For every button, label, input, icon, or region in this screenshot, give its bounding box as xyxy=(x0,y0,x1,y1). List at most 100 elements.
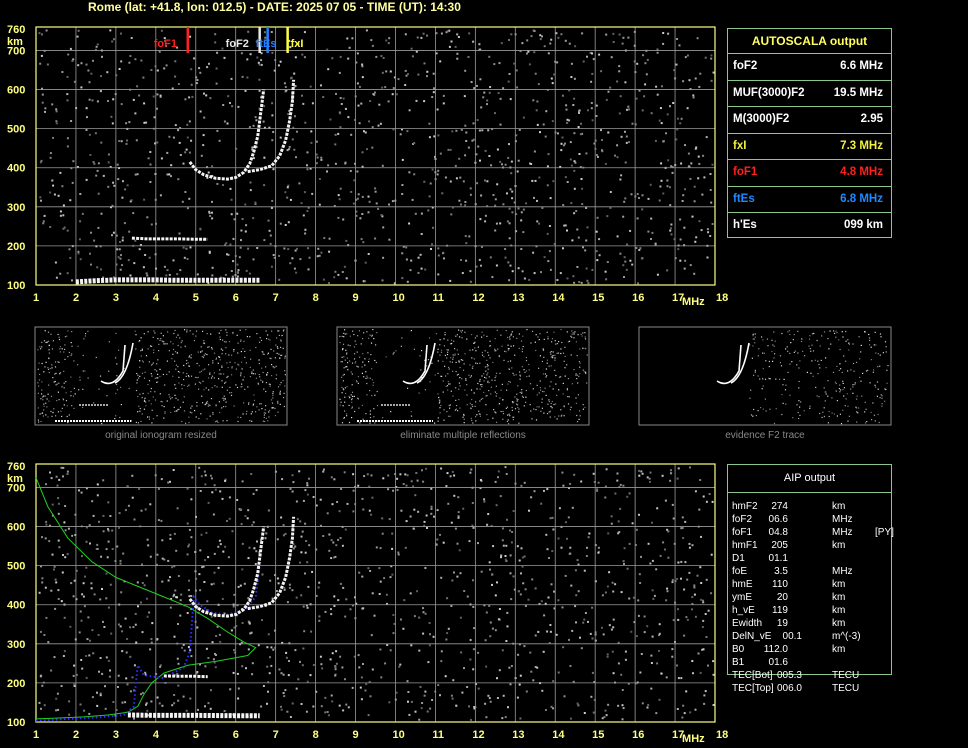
c2-noise-dot xyxy=(699,479,702,481)
thumbnail-eliminate-dot xyxy=(444,331,446,334)
c2-noise-dot xyxy=(425,467,428,470)
c2-noise-dot xyxy=(582,621,585,624)
c1-noise-dot xyxy=(680,117,683,120)
thumbnail-original-dot xyxy=(263,388,265,390)
c1-noise-dot xyxy=(610,56,613,59)
c2-noise-dot xyxy=(265,532,268,535)
thumbnail-eliminate-dot xyxy=(488,390,490,392)
thumbnail-eliminate-dot xyxy=(344,387,346,389)
c2-noise-dot xyxy=(573,473,576,476)
thumbnail-original-dot xyxy=(202,356,205,358)
thumbnail-original-dot xyxy=(151,375,153,377)
c1-noise-dot xyxy=(710,54,713,57)
c2-noise-dot xyxy=(98,670,100,673)
c1-noise-dot xyxy=(203,92,205,95)
thumbnail-eliminate-dot xyxy=(362,353,364,355)
c2-noise-dot xyxy=(421,469,423,472)
c1-noise-dot xyxy=(560,33,563,36)
thumbnail-eliminate-dot xyxy=(585,372,587,375)
thumbnail-original-dot xyxy=(273,350,275,352)
thumbnail-original-dot xyxy=(152,418,154,420)
thumbnail-eliminate-dot xyxy=(494,377,496,379)
c1-noise-dot xyxy=(539,131,541,134)
thumbnail-original-dot xyxy=(118,349,120,351)
thumbnail-eliminate-dot xyxy=(539,333,541,335)
thumbnail-eliminate-dot xyxy=(563,415,565,417)
c2-noise-dot xyxy=(429,707,432,710)
c2-noise-dot xyxy=(650,662,653,664)
c2-noise-dot xyxy=(177,699,180,702)
c1-noise-dot xyxy=(575,210,578,212)
thumbnail-eliminate-dot xyxy=(498,355,500,357)
c2-noise-dot xyxy=(436,509,439,512)
c1-noise-dot xyxy=(446,30,449,33)
c2-noise-dot xyxy=(90,582,93,585)
c1-noise-dot xyxy=(263,239,266,242)
thumbnail-evidence-dot xyxy=(835,390,837,392)
c2-noise-dot xyxy=(552,528,555,531)
c2-noise-dot xyxy=(275,590,278,592)
c1-noise-dot xyxy=(238,256,241,259)
c1-noise-dot xyxy=(483,91,486,94)
c2-noise-dot xyxy=(398,665,401,668)
c1-y-tick-label: 200 xyxy=(7,241,25,253)
thumbnail-original-dot xyxy=(175,397,177,399)
c2-noise-dot xyxy=(407,691,410,693)
c2-noise-dot xyxy=(48,540,51,543)
c2-noise-dot xyxy=(516,545,519,548)
thumbnail-original-dot xyxy=(38,362,40,364)
c2-noise-dot xyxy=(63,650,66,653)
c1-noise-dot xyxy=(660,162,663,165)
c1-noise-dot xyxy=(624,260,627,263)
c1-noise-dot xyxy=(600,129,602,132)
c1-noise-dot xyxy=(156,69,159,72)
thumbnail-evidence-dot xyxy=(835,336,837,338)
thumbnail-original-dot xyxy=(244,356,246,358)
c1-noise-dot xyxy=(604,162,607,165)
thumbnail-eliminate-dot xyxy=(364,364,366,366)
c1-noise-dot xyxy=(422,32,425,35)
thumbnail-eliminate-dot xyxy=(450,343,452,345)
c2-noise-dot xyxy=(278,668,281,671)
thumbnail-eliminate-dot xyxy=(357,398,359,400)
c1-noise-dot xyxy=(468,32,471,35)
c1-noise-dot xyxy=(244,230,247,233)
c2-noise-dot xyxy=(207,702,210,705)
c1-noise-dot xyxy=(687,165,690,168)
c1-noise-dot xyxy=(231,105,234,108)
c2-noise-dot xyxy=(473,627,475,630)
c2-noise-dot xyxy=(302,605,305,608)
c2-noise-dot xyxy=(523,645,526,648)
thumbnail-evidence-dot xyxy=(823,407,825,409)
thumbnail-eliminate-dot xyxy=(577,382,579,384)
c2-noise-dot xyxy=(50,669,53,672)
thumbnail-eliminate-dot xyxy=(570,335,572,337)
c1-noise-dot xyxy=(249,181,252,184)
c2-noise-dot xyxy=(248,622,251,625)
c2-noise-dot xyxy=(430,487,433,490)
thumbnail-evidence-dot xyxy=(876,395,878,397)
aip-row-value: 205 xyxy=(771,540,788,551)
thumbnail-eliminate-dot xyxy=(506,406,508,408)
c1-noise-dot xyxy=(616,156,619,159)
c1-x-tick-label: 18 xyxy=(716,292,728,304)
c1-noise-dot xyxy=(623,200,626,203)
thumbnail-evidence-dot xyxy=(789,352,791,354)
c2-noise-dot xyxy=(282,524,285,526)
c2-noise-dot xyxy=(336,501,339,503)
c1-noise-dot xyxy=(258,89,261,92)
c1-noise-dot xyxy=(320,158,323,161)
c2-noise-dot xyxy=(671,581,674,584)
thumbnail-original-dot xyxy=(85,333,87,335)
c2-noise-dot xyxy=(219,490,222,493)
thumbnail-original-dot xyxy=(225,401,227,403)
thumbnail-eliminate-dot xyxy=(507,414,509,416)
c1-noise-dot xyxy=(66,75,69,78)
c1-noise-dot xyxy=(666,185,669,188)
c2-noise-dot xyxy=(72,595,75,598)
c1-noise-dot xyxy=(455,129,458,132)
c2-noise-dot xyxy=(89,542,91,545)
thumbnail-eliminate-dot xyxy=(357,366,359,368)
c2-noise-dot xyxy=(597,551,600,554)
c2-noise-dot xyxy=(351,686,354,689)
